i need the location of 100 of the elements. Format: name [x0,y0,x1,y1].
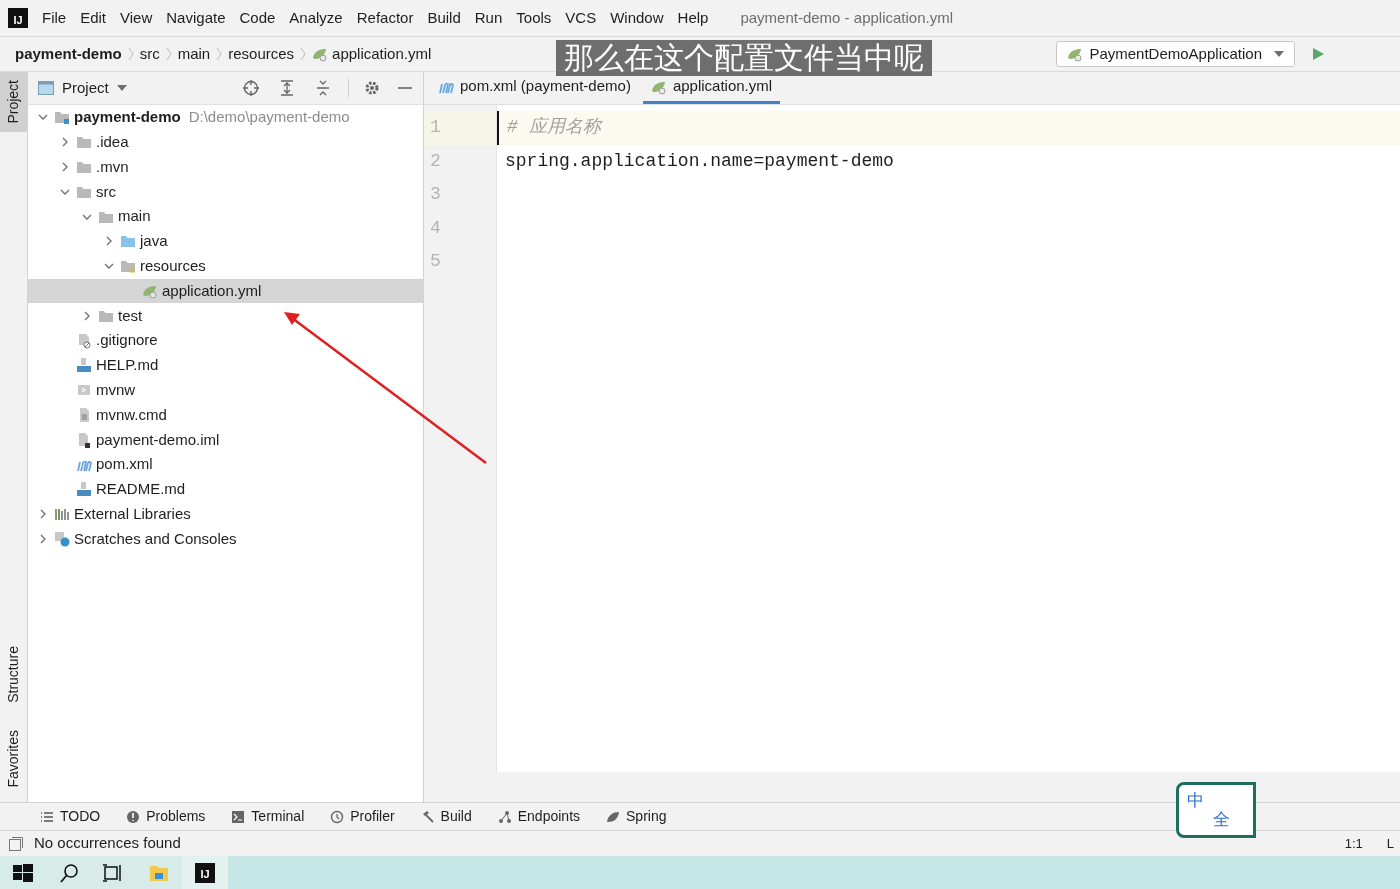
leaf-icon [606,809,621,824]
run-configuration-dropdown[interactable]: PaymentDemoApplication [1056,41,1295,67]
menu-item[interactable]: Window [610,6,664,30]
tool-window-button[interactable]: Endpoints [497,806,581,827]
chevron-right-icon[interactable] [60,162,70,172]
ime-toolbar[interactable]: 中 全 [1176,782,1256,838]
tree-item[interactable]: .idea [28,129,423,155]
tree-item[interactable]: .mvn [28,154,423,180]
tree-item[interactable]: resources [28,253,423,279]
line-number: 5 [429,250,442,273]
breadcrumb-separator-icon [127,47,134,61]
intellij-taskbar-icon[interactable]: IJ [195,862,215,883]
chevron-right-icon[interactable] [38,533,48,544]
chevron-right-icon[interactable] [38,509,48,520]
panel-title[interactable]: Project [62,76,109,100]
app-logo: IJ [8,8,28,28]
side-tab[interactable]: Structure [0,641,27,707]
breadcrumb-separator-icon [300,47,307,61]
line-number: 1 [424,111,496,145]
menu-item[interactable]: Build [427,6,461,30]
tool-window-button[interactable]: Spring [606,806,667,827]
leaf-file-icon [1067,46,1084,62]
run-icon[interactable] [1311,47,1325,61]
side-tab[interactable]: Favorites [0,726,27,792]
alert-icon [126,809,141,824]
tree-item[interactable]: payment-demo D:\demo\payment-demo [28,105,423,130]
collapse-all-icon[interactable] [314,79,332,97]
tree-item[interactable]: External Libraries [28,501,423,527]
libraries-icon [54,506,70,523]
tree-item[interactable]: application.yml [28,278,423,304]
tree-item[interactable]: Scratches and Consoles [28,526,423,552]
breadcrumb-item[interactable]: application.yml [332,42,432,66]
tree-item[interactable]: test [28,303,423,329]
tree-item-label: payment-demo.iml [96,429,220,450]
menu-item[interactable]: VCS [565,6,597,30]
tree-item-label: .gitignore [96,330,158,351]
menu-item[interactable]: Help [677,6,709,30]
status-message: No occurrences found [34,833,181,854]
project-window-icon [38,81,54,95]
module-path: D:\demo\payment-demo [188,107,350,128]
tree-item[interactable]: mvnw [28,377,423,403]
folder-icon [76,134,92,151]
tree-item-label: External Libraries [74,503,191,524]
status-item[interactable]: L [1386,833,1394,854]
ignored-file-icon [76,332,92,349]
markdown-file-icon [76,481,92,498]
locate-icon[interactable] [242,79,260,97]
tree-item-label: src [96,181,116,202]
tool-window-button[interactable]: Profiler [330,806,395,827]
video-subtitle: 那么在这个配置文件当中呢 [556,40,932,76]
breadcrumb-item[interactable]: src [139,42,160,66]
menu-item[interactable]: Run [474,6,503,30]
breadcrumb-item[interactable]: main [177,42,211,66]
expand-all-icon[interactable] [278,79,296,97]
menu-item[interactable]: Refactor [356,6,414,30]
chevron-right-icon[interactable] [82,310,92,321]
tree-item-label: payment-demo [74,107,181,128]
side-tab[interactable]: Project [0,72,27,132]
tool-window-button[interactable]: Problems [126,806,206,827]
tree-item[interactable]: java [28,229,423,254]
ime-width-indicator[interactable]: 全 [1213,811,1245,828]
menu-item[interactable]: File [42,6,67,30]
settings-icon[interactable] [363,79,381,97]
tree-item[interactable]: payment-demo.iml [28,427,423,453]
menu-item[interactable]: Code [239,6,276,30]
code-comment: # 应用名称 [507,116,601,140]
tree-item[interactable]: src [28,179,423,205]
tool-window-button[interactable]: Build [420,806,472,827]
tree-item[interactable]: README.md [28,476,423,502]
terminal-icon [231,809,246,824]
tree-item-label: mvnw [96,379,136,400]
module-file-icon [76,431,92,448]
breadcrumb-item[interactable]: resources [228,42,295,66]
tree-item[interactable]: main [28,204,423,229]
menu-item[interactable]: Navigate [166,6,226,30]
menu-item[interactable]: Tools [516,6,552,30]
line-number: 3 [429,183,442,206]
tree-item[interactable]: HELP.md [28,352,423,378]
leaf-file-icon [312,46,329,62]
ime-mode-indicator[interactable]: 中 [1187,792,1245,809]
tool-window-button[interactable]: TODO [40,806,101,827]
tree-item[interactable]: mvnw.cmd [28,402,423,428]
tool-window-button[interactable]: Terminal [231,806,305,827]
panel-toggle-icon[interactable] [8,835,24,852]
chevron-right-icon[interactable] [60,137,70,148]
resources-folder-icon [120,258,136,275]
breadcrumb-item[interactable]: payment-demo [15,42,122,66]
tree-item-label: java [140,231,168,252]
line-number: 2 [429,149,442,173]
menu-item[interactable]: View [120,6,153,30]
breadcrumb-separator-icon [216,47,223,61]
tree-item[interactable]: .gitignore [28,328,423,353]
tree-item[interactable]: pom.xml [28,452,423,477]
menu-item[interactable]: Analyze [289,6,343,30]
tree-item-label: Scratches and Consoles [74,528,237,549]
module-folder-icon [54,109,70,126]
menu-item[interactable]: Edit [80,6,107,30]
chevron-right-icon[interactable] [104,236,114,247]
caret-position[interactable]: 1:1 [1344,833,1363,854]
code-line: spring.application.name=payment-demo [505,149,894,173]
